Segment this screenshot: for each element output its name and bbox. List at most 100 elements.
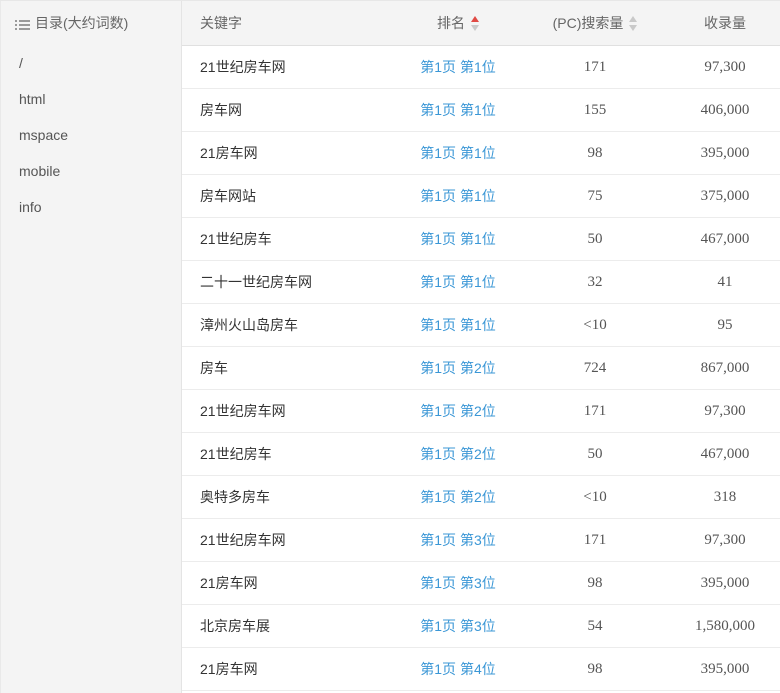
column-header-keyword-label: 关键字: [200, 13, 242, 33]
column-header-indexed-volume-label: 收录量: [704, 13, 746, 33]
rank-link[interactable]: 第1页 第2位: [420, 489, 495, 505]
pc-search-volume-cell: 98: [520, 661, 670, 678]
indexed-volume-cell: 41: [670, 274, 780, 291]
rank-cell: 第1页 第1位: [396, 229, 520, 249]
table-row: 21世纪房车网 第1页 第3位 171 97,300: [182, 519, 780, 562]
indexed-volume-cell: 1,580,000: [670, 618, 780, 635]
sidebar-item[interactable]: mspace: [1, 117, 181, 153]
rank-cell: 第1页 第1位: [396, 315, 520, 335]
pc-search-volume-cell: 75: [520, 188, 670, 205]
indexed-volume-cell: 318: [670, 489, 780, 506]
pc-search-volume-cell: 50: [520, 446, 670, 463]
rank-cell: 第1页 第1位: [396, 272, 520, 292]
keyword-table: 关键字 排名 (PC)搜索量 收录量 21世纪房车网: [182, 1, 780, 693]
sidebar-header: 目录(大约词数): [1, 1, 181, 31]
rank-link[interactable]: 第1页 第3位: [420, 575, 495, 591]
pc-search-volume-cell: 98: [520, 145, 670, 162]
pc-search-volume-cell: 98: [520, 575, 670, 592]
sidebar-title: 目录(大约词数): [35, 13, 128, 33]
rank-link[interactable]: 第1页 第1位: [420, 274, 495, 290]
table-row: 21世纪房车网 第1页 第2位 171 97,300: [182, 390, 780, 433]
table-row: 21世纪房车 第1页 第1位 50 467,000: [182, 218, 780, 261]
column-header-pc-search-volume[interactable]: (PC)搜索量: [520, 13, 670, 33]
indexed-volume-cell: 406,000: [670, 102, 780, 119]
pc-search-volume-cell: 171: [520, 532, 670, 549]
table-row: 漳州火山岛房车 第1页 第1位 <10 95: [182, 304, 780, 347]
pc-search-volume-cell: 54: [520, 618, 670, 635]
rank-link[interactable]: 第1页 第3位: [420, 618, 495, 634]
rank-cell: 第1页 第4位: [396, 659, 520, 679]
keyword-cell: 奥特多房车: [182, 487, 396, 507]
table-row: 21房车网 第1页 第1位 98 395,000: [182, 132, 780, 175]
sort-asc-icon[interactable]: [629, 16, 637, 22]
keyword-cell: 漳州火山岛房车: [182, 315, 396, 335]
keyword-cell: 21房车网: [182, 659, 396, 679]
rank-link[interactable]: 第1页 第3位: [420, 532, 495, 548]
column-header-rank[interactable]: 排名: [396, 13, 520, 33]
indexed-volume-cell: 467,000: [670, 231, 780, 248]
table-row: 21世纪房车 第1页 第2位 50 467,000: [182, 433, 780, 476]
rank-link[interactable]: 第1页 第2位: [420, 446, 495, 462]
rank-link[interactable]: 第1页 第4位: [420, 661, 495, 677]
rank-cell: 第1页 第1位: [396, 100, 520, 120]
keyword-cell: 21世纪房车: [182, 229, 396, 249]
keyword-cell: 21世纪房车网: [182, 401, 396, 421]
indexed-volume-cell: 97,300: [670, 59, 780, 76]
pc-search-volume-sort-control[interactable]: [629, 16, 637, 31]
sidebar-item[interactable]: mobile: [1, 153, 181, 189]
rank-cell: 第1页 第2位: [396, 401, 520, 421]
rank-link[interactable]: 第1页 第2位: [420, 403, 495, 419]
pc-search-volume-cell: 171: [520, 59, 670, 76]
keyword-cell: 21房车网: [182, 143, 396, 163]
keyword-cell: 房车网: [182, 100, 396, 120]
rank-link[interactable]: 第1页 第1位: [420, 102, 495, 118]
table-row: 21房车网 第1页 第3位 98 395,000: [182, 562, 780, 605]
sidebar-item[interactable]: /: [1, 45, 181, 81]
rank-link[interactable]: 第1页 第1位: [420, 59, 495, 75]
sidebar-item[interactable]: info: [1, 189, 181, 225]
rank-cell: 第1页 第2位: [396, 358, 520, 378]
pc-search-volume-cell: <10: [520, 489, 670, 506]
table-row: 奥特多房车 第1页 第2位 <10 318: [182, 476, 780, 519]
sidebar-item[interactable]: html: [1, 81, 181, 117]
table-header-row: 关键字 排名 (PC)搜索量 收录量: [182, 1, 780, 46]
pc-search-volume-cell: 724: [520, 360, 670, 377]
indexed-volume-cell: 395,000: [670, 145, 780, 162]
rank-link[interactable]: 第1页 第1位: [420, 188, 495, 204]
rank-link[interactable]: 第1页 第1位: [420, 317, 495, 333]
sort-asc-icon[interactable]: [471, 16, 479, 22]
table-body: 21世纪房车网 第1页 第1位 171 97,300 房车网 第1页 第1位 1…: [182, 46, 780, 691]
table-row: 二十一世纪房车网 第1页 第1位 32 41: [182, 261, 780, 304]
rank-cell: 第1页 第3位: [396, 573, 520, 593]
rank-cell: 第1页 第1位: [396, 143, 520, 163]
rank-sort-control[interactable]: [471, 16, 479, 31]
rank-cell: 第1页 第3位: [396, 616, 520, 636]
keyword-cell: 21房车网: [182, 573, 396, 593]
pc-search-volume-cell: 171: [520, 403, 670, 420]
rank-link[interactable]: 第1页 第1位: [420, 231, 495, 247]
pc-search-volume-cell: 32: [520, 274, 670, 291]
rank-link[interactable]: 第1页 第2位: [420, 360, 495, 376]
keyword-cell: 北京房车展: [182, 616, 396, 636]
directory-sidebar: 目录(大约词数) /htmlmspacemobileinfo: [0, 1, 182, 693]
indexed-volume-cell: 95: [670, 317, 780, 334]
rank-link[interactable]: 第1页 第1位: [420, 145, 495, 161]
app-window: 目录(大约词数) /htmlmspacemobileinfo 关键字 排名 (P…: [0, 0, 780, 693]
pc-search-volume-cell: 50: [520, 231, 670, 248]
sort-desc-icon[interactable]: [471, 25, 479, 31]
indexed-volume-cell: 375,000: [670, 188, 780, 205]
pc-search-volume-cell: <10: [520, 317, 670, 334]
indexed-volume-cell: 97,300: [670, 403, 780, 420]
rank-cell: 第1页 第3位: [396, 530, 520, 550]
sort-desc-icon[interactable]: [629, 25, 637, 31]
rank-cell: 第1页 第2位: [396, 487, 520, 507]
rank-cell: 第1页 第1位: [396, 57, 520, 77]
table-row: 房车 第1页 第2位 724 867,000: [182, 347, 780, 390]
table-row: 房车网站 第1页 第1位 75 375,000: [182, 175, 780, 218]
table-row: 21房车网 第1页 第4位 98 395,000: [182, 648, 780, 691]
rank-cell: 第1页 第1位: [396, 186, 520, 206]
keyword-cell: 21世纪房车网: [182, 57, 396, 77]
keyword-cell: 21世纪房车网: [182, 530, 396, 550]
table-row: 21世纪房车网 第1页 第1位 171 97,300: [182, 46, 780, 89]
indexed-volume-cell: 97,300: [670, 532, 780, 549]
